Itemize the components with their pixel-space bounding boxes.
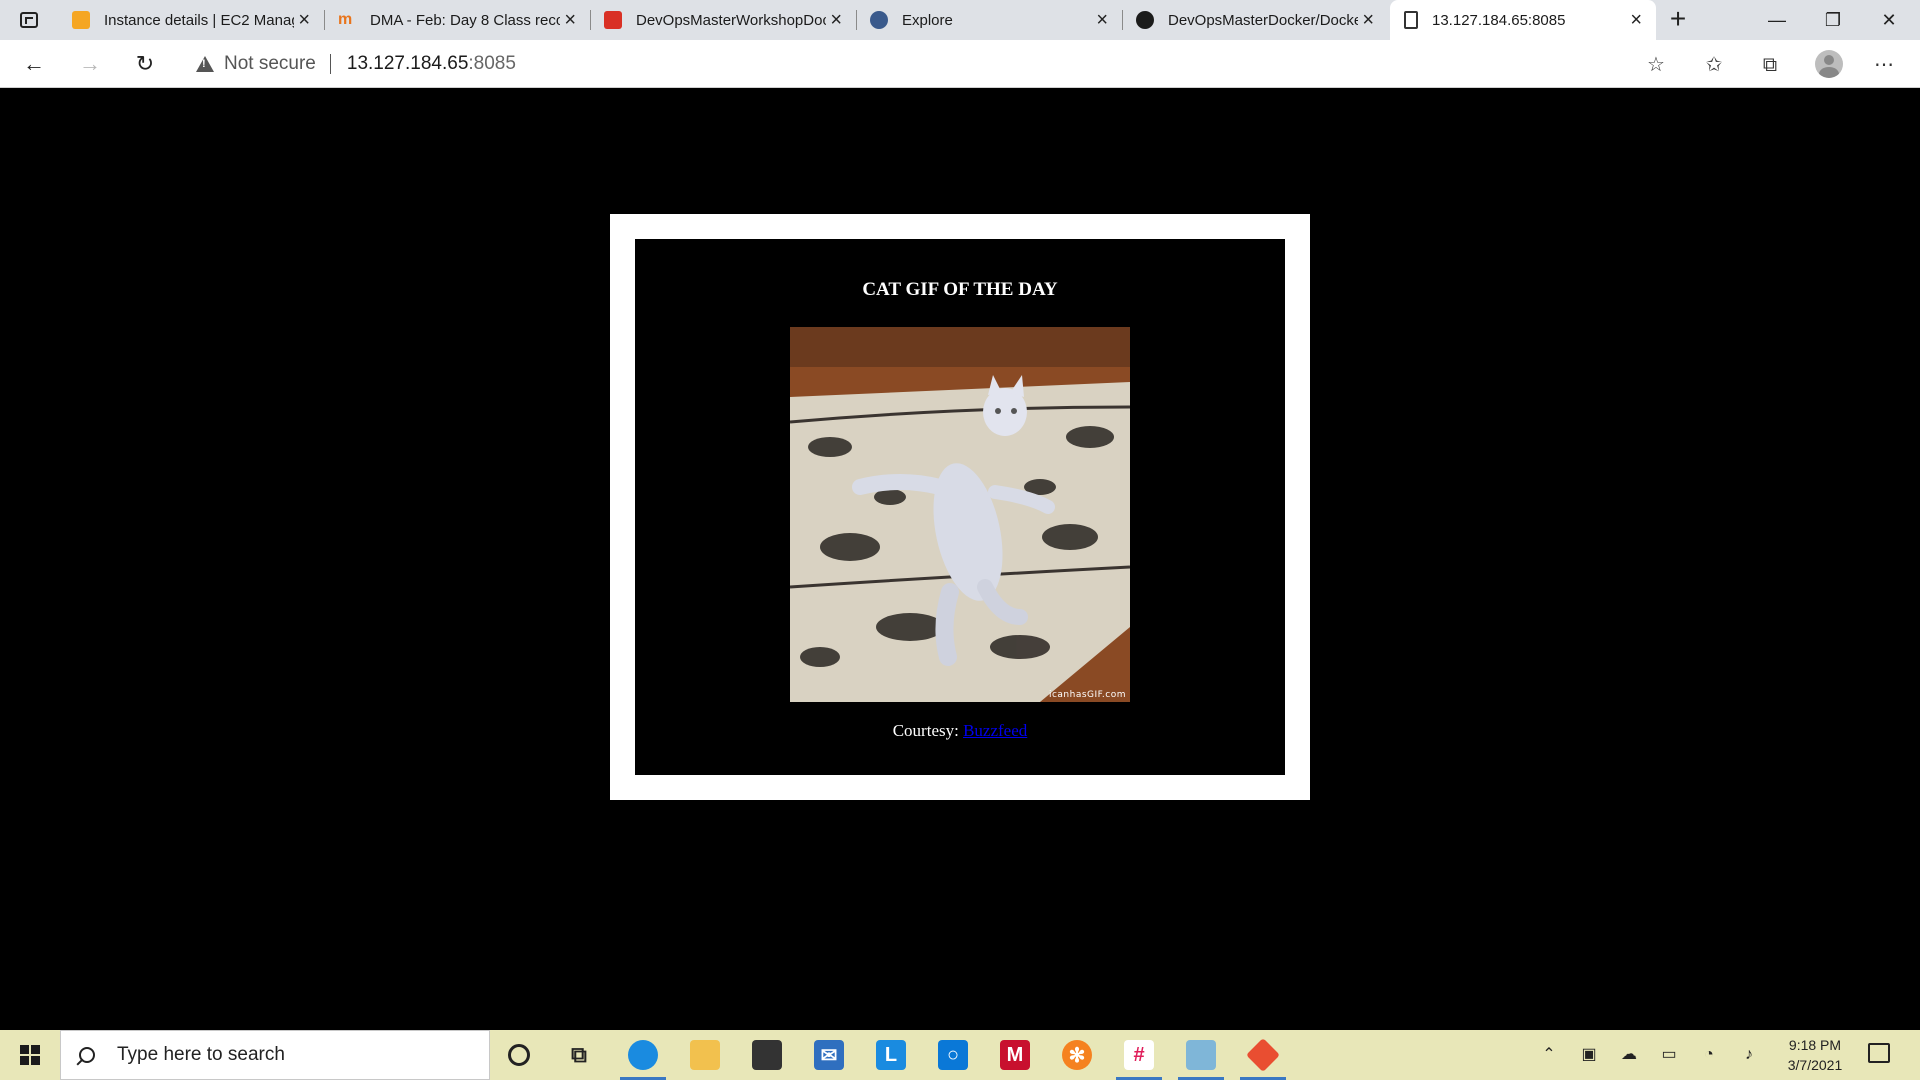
tab-title: DMA - Feb: Day 8 Class recording: [370, 11, 560, 29]
show-hidden-icons-icon[interactable]: ⌃: [1538, 1044, 1560, 1066]
tab-actions-button[interactable]: [0, 0, 58, 40]
tab-actions-icon: [20, 12, 38, 28]
profile-avatar[interactable]: [1815, 50, 1843, 78]
git-icon: [1246, 1038, 1280, 1072]
courtesy-label: Courtesy:: [892, 721, 964, 740]
white-frame: CAT GIF OF THE DAY icanhasGIF.com Courte…: [610, 214, 1310, 800]
page-heading: CAT GIF OF THE DAY: [862, 279, 1058, 300]
cortana-button[interactable]: [490, 1030, 548, 1080]
tab-dma-recording[interactable]: m DMA - Feb: Day 8 Class recording ×: [324, 0, 591, 40]
start-button[interactable]: [0, 1030, 60, 1080]
more-menu-icon[interactable]: ⋯: [1871, 52, 1897, 78]
slack-app[interactable]: #: [1110, 1030, 1168, 1080]
address-separator: [329, 54, 331, 74]
windows-taskbar: Type here to search ⧉ ✉ L ○ M ✻ # ⌃ ▣ ☁ …: [0, 1030, 1920, 1080]
edge-icon: [628, 1040, 658, 1070]
clock-date: 3/7/2021: [1787, 1057, 1843, 1073]
store-icon: [752, 1040, 782, 1070]
favorites-icon[interactable]: ✩: [1701, 52, 1727, 78]
tab-title: DevOpsMasterWorkshopDoc: [636, 11, 826, 29]
buzzfeed-link[interactable]: Buzzfeed: [963, 721, 1027, 740]
cat-gif-illustration: [790, 327, 1130, 702]
blue-app-icon: ○: [938, 1040, 968, 1070]
collections-icon[interactable]: ⧉: [1757, 52, 1783, 78]
explore-favicon-icon: [870, 11, 888, 29]
forward-button[interactable]: →: [74, 48, 106, 80]
cortana-icon: [508, 1044, 530, 1066]
device-icon[interactable]: ▣: [1578, 1044, 1600, 1066]
tab-title: Explore: [902, 11, 953, 29]
taskbar-search[interactable]: Type here to search: [60, 1030, 490, 1080]
slack-icon: #: [1124, 1040, 1154, 1070]
file-explorer-app[interactable]: [676, 1030, 734, 1080]
task-view-icon: ⧉: [571, 1042, 587, 1067]
edge-app[interactable]: [614, 1030, 672, 1080]
tab-github-docker[interactable]: DevOpsMasterDocker/Docker ×: [1122, 0, 1388, 40]
mcafee-app[interactable]: M: [986, 1030, 1044, 1080]
courtesy-line: Courtesy: Buzzfeed: [635, 721, 1285, 741]
address-bar[interactable]: Not secure 13.127.184.65:8085: [180, 46, 1670, 82]
tab-title: Instance details | EC2 Management Consol…: [104, 11, 294, 29]
battery-icon[interactable]: ▭: [1658, 1044, 1680, 1066]
store-app[interactable]: [738, 1030, 796, 1080]
tab-close-icon[interactable]: ×: [1096, 10, 1108, 30]
github-favicon-icon: [1136, 11, 1154, 29]
dma-favicon-icon: m: [338, 11, 353, 28]
folder-icon: [690, 1040, 720, 1070]
tab-ec2[interactable]: Instance details | EC2 Management Consol…: [58, 0, 325, 40]
volume-icon[interactable]: ♪: [1738, 1044, 1760, 1066]
tab-workshop-doc[interactable]: DevOpsMasterWorkshopDoc ×: [590, 0, 857, 40]
tab-strip: Instance details | EC2 Management Consol…: [0, 0, 1920, 40]
clock-time: 9:18 PM: [1788, 1037, 1842, 1053]
search-icon: [79, 1047, 95, 1063]
add-favorite-icon[interactable]: ☆: [1643, 52, 1669, 78]
url-host: 13.127.184.65: [346, 53, 469, 74]
wifi-icon[interactable]: ◔: [1698, 1044, 1720, 1066]
mcafee-shield-icon: M: [1000, 1040, 1030, 1070]
l-app-icon: L: [876, 1040, 906, 1070]
windows-logo-icon: [20, 1045, 40, 1065]
task-view-button[interactable]: ⧉: [550, 1030, 608, 1080]
mail-icon: ✉: [814, 1040, 844, 1070]
orange-app[interactable]: ✻: [1048, 1030, 1106, 1080]
tab-title: 13.127.184.65:8085: [1432, 11, 1566, 29]
tab-title: DevOpsMasterDocker/Docker: [1168, 11, 1358, 29]
clock[interactable]: 9:18 PM 3/7/2021: [1775, 1035, 1855, 1075]
page-favicon-icon: [1404, 11, 1418, 29]
tab-explore[interactable]: Explore ×: [856, 0, 1123, 40]
url-port: :8085: [468, 53, 516, 74]
cat-gif-image: icanhasGIF.com: [790, 327, 1130, 702]
minimize-button[interactable]: —: [1749, 0, 1805, 40]
refresh-button[interactable]: ↻: [129, 48, 161, 80]
notepad-app[interactable]: [1172, 1030, 1230, 1080]
search-placeholder: Type here to search: [117, 1044, 285, 1065]
tab-close-icon[interactable]: ×: [298, 10, 310, 30]
notepad-icon: [1186, 1040, 1216, 1070]
tab-close-icon[interactable]: ×: [830, 10, 842, 30]
security-label[interactable]: Not secure: [224, 53, 316, 75]
page-viewport: CAT GIF OF THE DAY icanhasGIF.com Courte…: [0, 89, 1920, 1030]
gif-watermark: icanhasGIF.com: [1048, 690, 1126, 700]
mail-app[interactable]: ✉: [800, 1030, 858, 1080]
tab-close-icon[interactable]: ×: [1362, 10, 1374, 30]
new-tab-button[interactable]: +: [1664, 0, 1692, 40]
l-app[interactable]: L: [862, 1030, 920, 1080]
git-gui-app[interactable]: [1234, 1030, 1292, 1080]
content-box: CAT GIF OF THE DAY icanhasGIF.com Courte…: [635, 239, 1285, 775]
notifications-icon[interactable]: [1868, 1043, 1890, 1063]
tab-cat-gif[interactable]: 13.127.184.65:8085 ×: [1390, 0, 1656, 40]
pdf-favicon-icon: [604, 11, 622, 29]
aws-favicon-icon: [72, 11, 90, 29]
warning-icon[interactable]: [196, 56, 214, 72]
browser-toolbar: ← → ↻ Not secure 13.127.184.65:8085 ☆ ✩ …: [0, 40, 1920, 88]
onedrive-icon[interactable]: ☁: [1618, 1044, 1640, 1066]
back-button[interactable]: ←: [18, 48, 50, 80]
restore-button[interactable]: ❐: [1805, 0, 1861, 40]
tab-close-icon[interactable]: ×: [564, 10, 576, 30]
tab-close-icon[interactable]: ×: [1630, 10, 1642, 30]
orange-app-icon: ✻: [1062, 1040, 1092, 1070]
close-window-button[interactable]: ✕: [1861, 0, 1917, 40]
blue-app[interactable]: ○: [924, 1030, 982, 1080]
